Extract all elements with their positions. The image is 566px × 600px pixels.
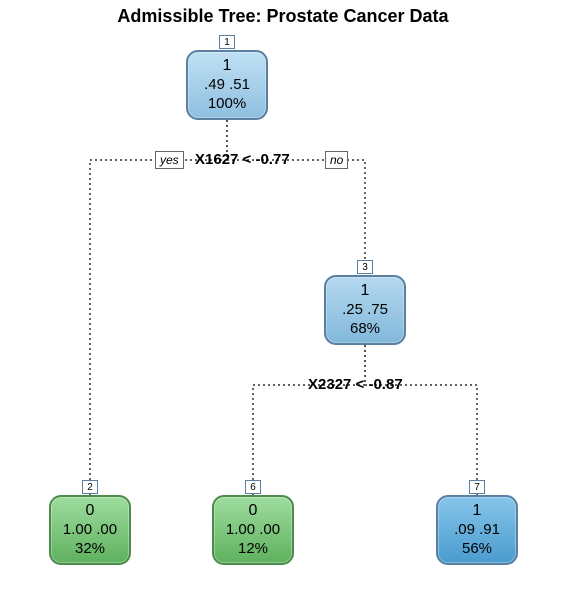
tree-node-leaf: 1 .09 .91 56% [436,495,518,565]
node-class: 1 [223,56,232,76]
tree-node-internal: 1 .25 .75 68% [324,275,406,345]
tree-node-leaf: 0 1.00 .00 12% [212,495,294,565]
tree-node-root: 1 .49 .51 100% [186,50,268,120]
node-pct: 68% [350,320,380,339]
node-class: 0 [249,501,258,521]
node-id-tab: 6 [245,480,261,494]
branch-yes-label: yes [155,151,184,169]
node-probs: 1.00 .00 [63,521,117,540]
branch-no-label: no [325,151,348,169]
node-id-tab: 1 [219,35,235,49]
split-condition: X2327 < -0.87 [308,376,403,393]
node-class: 1 [361,281,370,301]
node-id-tab: 2 [82,480,98,494]
node-pct: 32% [75,540,105,559]
node-pct: 56% [462,540,492,559]
node-class: 0 [86,501,95,521]
node-class: 1 [473,501,482,521]
node-probs: .49 .51 [204,76,250,95]
node-id-tab: 3 [357,260,373,274]
chart-title: Admissible Tree: Prostate Cancer Data [0,6,566,27]
node-pct: 100% [208,95,246,114]
node-pct: 12% [238,540,268,559]
node-probs: 1.00 .00 [226,521,280,540]
split-condition: X1627 < -0.77 [195,151,290,168]
node-probs: .25 .75 [342,301,388,320]
node-id-tab: 7 [469,480,485,494]
tree-node-leaf: 0 1.00 .00 32% [49,495,131,565]
node-probs: .09 .91 [454,521,500,540]
